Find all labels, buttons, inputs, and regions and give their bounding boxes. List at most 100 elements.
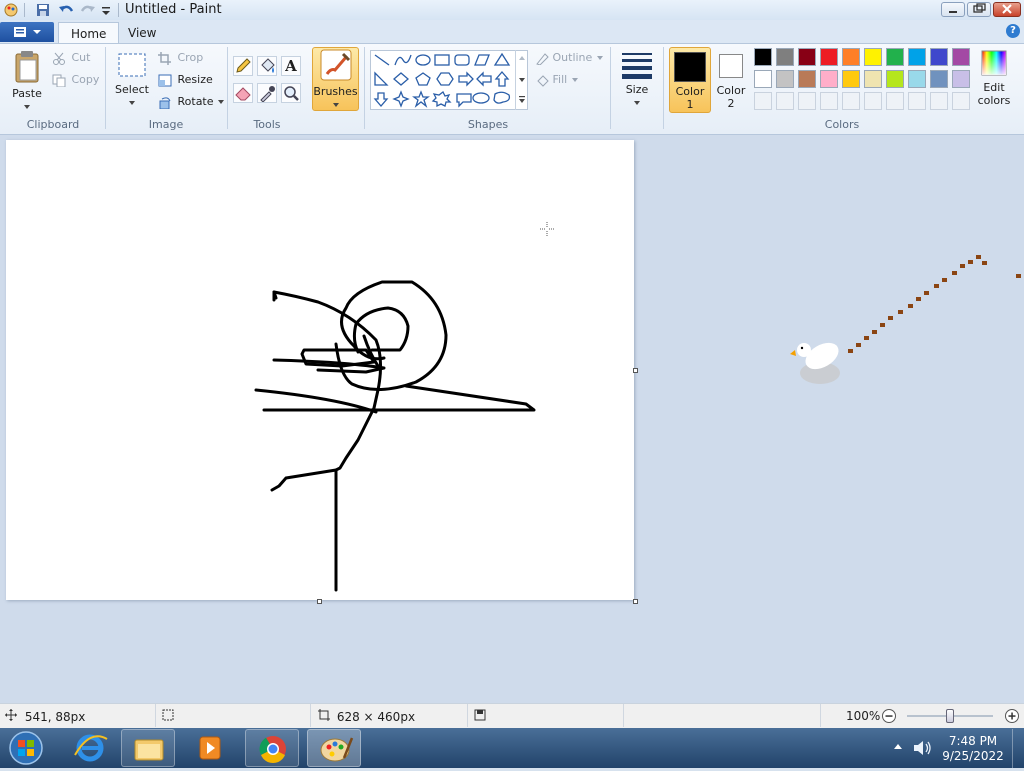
edit-colors-button[interactable]: Edit colors [976,48,1012,114]
copy-button[interactable]: Copy [52,73,99,87]
resize-handle-bottom[interactable] [317,599,322,604]
color-picker-icon [260,86,275,103]
taskbar-file-explorer[interactable] [121,729,175,767]
tab-home[interactable]: Home [58,22,120,44]
pencil-tool[interactable] [233,56,253,76]
volume-button[interactable] [912,739,932,757]
palette-swatch[interactable] [864,70,882,88]
size-button[interactable]: Size [618,50,656,114]
resize-button[interactable]: Resize [158,73,213,87]
desktop-goose [790,250,1024,390]
palette-swatch[interactable] [886,48,904,66]
pencil-icon [236,58,251,73]
custom-color-slot[interactable] [864,92,882,110]
fill-tool[interactable] [257,56,277,76]
folder-icon [134,739,164,761]
paste-button[interactable]: Paste [10,50,44,114]
shapes-group-label: Shapes [467,118,509,131]
group-separator [610,47,611,129]
custom-color-slot[interactable] [908,92,926,110]
chevron-down-icon [218,100,225,104]
palette-swatch[interactable] [754,48,772,66]
palette-swatch[interactable] [952,48,970,66]
custom-color-slot[interactable] [776,92,794,110]
taskbar-paint[interactable] [307,729,361,767]
palette-swatch[interactable] [776,70,794,88]
taskbar-internet-explorer[interactable] [63,729,117,767]
customize-qa-icon[interactable] [100,3,114,17]
outline-button[interactable]: Outline [535,51,604,65]
show-desktop-button[interactable] [1012,729,1024,768]
resize-handle-right[interactable] [633,368,638,373]
show-hidden-icons[interactable] [892,741,904,751]
help-icon[interactable]: ? [1006,24,1020,38]
text-tool[interactable]: A [281,56,301,76]
palette-swatch[interactable] [952,70,970,88]
custom-color-slot[interactable] [952,92,970,110]
paint-menu-button[interactable] [0,22,54,42]
palette-swatch[interactable] [820,70,838,88]
drawing-canvas[interactable] [6,140,634,600]
custom-color-slot[interactable] [842,92,860,110]
redo-icon[interactable] [80,3,95,17]
custom-color-slot[interactable] [798,92,816,110]
rotate-button[interactable]: Rotate [158,95,225,109]
custom-color-slot[interactable] [886,92,904,110]
save-icon[interactable] [36,3,50,17]
taskbar-media-player[interactable] [183,729,237,767]
palette-swatch[interactable] [886,70,904,88]
eraser-tool[interactable] [233,83,253,103]
palette-swatch[interactable] [842,48,860,66]
window-title: Untitled - Paint [125,2,222,17]
start-button[interactable] [6,730,46,767]
palette-swatch[interactable] [908,48,926,66]
undo-icon[interactable] [58,3,74,17]
status-separator [623,704,624,727]
palette-swatch[interactable] [798,70,816,88]
custom-color-slot[interactable] [820,92,838,110]
brushes-button[interactable]: Brushes [312,47,359,111]
clipboard-group-label: Clipboard [26,118,80,131]
magnifier-tool[interactable] [281,83,301,103]
minimize-button[interactable] [941,2,965,17]
crop-button[interactable]: Crop [158,51,203,65]
zoom-level: 100% [846,709,881,723]
palette-swatch[interactable] [820,48,838,66]
custom-color-slot[interactable] [930,92,948,110]
copy-icon [52,74,66,87]
maximize-button[interactable] [967,2,991,17]
tab-view[interactable]: View [116,22,168,44]
crop-label: Crop [177,51,204,64]
zoom-out-button[interactable] [881,708,897,724]
shapes-gallery[interactable] [370,50,528,110]
color2-button[interactable]: Color 2 [713,47,749,113]
cut-button[interactable]: Cut [52,51,90,65]
resize-handle-corner[interactable] [633,599,638,604]
palette-swatch[interactable] [864,48,882,66]
canvas-size-icon [318,709,330,721]
custom-color-slot[interactable] [754,92,772,110]
shapes-scrollbar[interactable] [515,50,528,110]
fill-button[interactable]: Fill [535,73,579,87]
cut-label: Cut [71,51,91,64]
close-button[interactable] [993,2,1021,17]
color1-button[interactable]: Color 1 [669,47,711,113]
palette-swatch[interactable] [776,48,794,66]
taskbar-chrome[interactable] [245,729,299,767]
palette-swatch[interactable] [754,70,772,88]
palette-swatch[interactable] [908,70,926,88]
color-picker-tool[interactable] [257,83,277,103]
palette-swatch[interactable] [798,48,816,66]
chrome-icon [259,736,286,763]
palette-swatch[interactable] [842,70,860,88]
paint-app-icon[interactable] [4,3,18,17]
chevron-up-icon [894,744,902,749]
zoom-in-button[interactable] [1004,708,1020,724]
taskbar-clock[interactable]: 7:48 PM 9/25/2022 [938,734,1008,764]
color1-swatch [674,52,706,82]
palette-swatch[interactable] [930,48,948,66]
shapes-icons [373,52,511,108]
select-button[interactable]: Select [114,50,150,114]
zoom-slider-thumb[interactable] [946,709,954,723]
palette-swatch[interactable] [930,70,948,88]
